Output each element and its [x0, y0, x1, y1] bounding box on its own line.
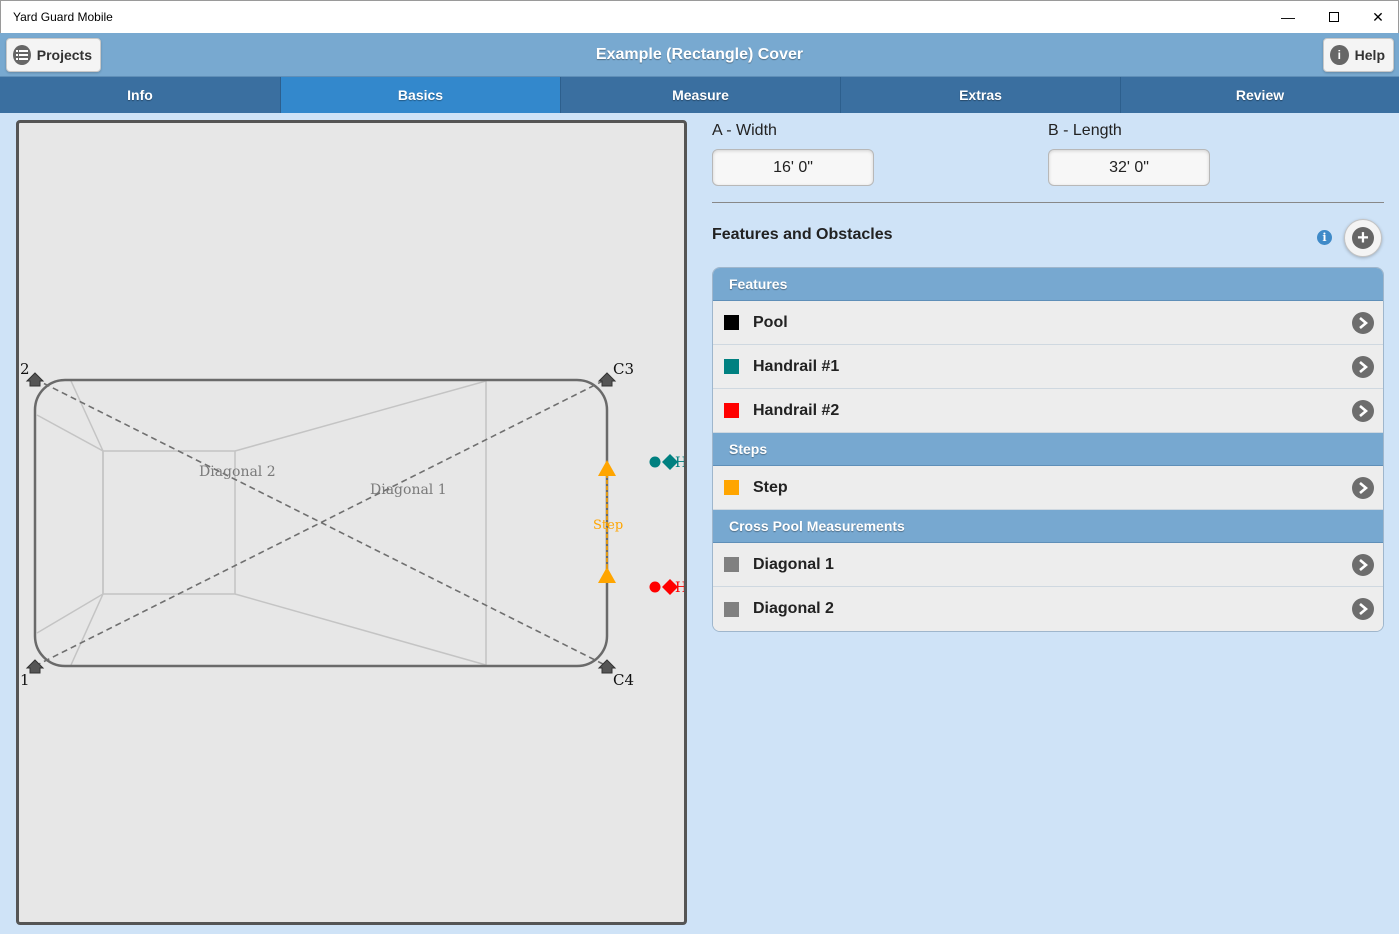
pool-floor-lines: [36, 380, 487, 666]
help-button[interactable]: i Help: [1323, 38, 1394, 72]
item-label: Handrail #2: [753, 401, 840, 419]
step-handle-bottom[interactable]: [598, 567, 616, 583]
plus-icon: +: [1352, 227, 1374, 249]
color-swatch: [724, 403, 739, 418]
tab-extras[interactable]: Extras: [841, 77, 1121, 113]
corner-c3-label: C3: [613, 360, 634, 378]
diagonal-1-label: Diagonal 1: [370, 482, 447, 498]
item-label: Pool: [753, 313, 788, 331]
length-label: B - Length: [1048, 122, 1122, 139]
corner-1-label: 1: [20, 671, 30, 689]
group-header-features: Features: [713, 268, 1383, 301]
chevron-right-icon: [1352, 553, 1374, 576]
group-header-cross-pool: Cross Pool Measurements: [713, 510, 1383, 543]
step-label: Step: [593, 518, 623, 533]
list-item-diagonal-1[interactable]: Diagonal 1: [713, 543, 1383, 587]
handrail-2-label: H: [675, 580, 684, 596]
tab-info[interactable]: Info: [0, 77, 281, 113]
chevron-right-icon: [1352, 399, 1374, 422]
width-input[interactable]: 16' 0": [712, 149, 874, 186]
features-title: Features and Obstacles: [712, 226, 893, 243]
tab-review[interactable]: Review: [1121, 77, 1399, 113]
width-label: A - Width: [712, 122, 777, 139]
handrail-2-point[interactable]: [649, 581, 661, 593]
color-swatch: [724, 315, 739, 330]
section-divider: [712, 202, 1384, 203]
pool-diagram[interactable]: Diagonal 2 Diagonal 1 Step H H 2 C3 1 C4: [19, 123, 684, 922]
handrail-1-label: H: [675, 455, 684, 471]
corner-2-label: 2: [20, 360, 30, 378]
features-list: Features Pool Handrail #1 Handrail #2 St…: [712, 267, 1384, 632]
color-swatch: [724, 359, 739, 374]
color-swatch: [724, 557, 739, 572]
app-header: Projects Example (Rectangle) Cover i Hel…: [0, 33, 1399, 77]
minimize-button[interactable]: —: [1265, 1, 1311, 33]
tab-measure[interactable]: Measure: [561, 77, 841, 113]
list-item-diagonal-2[interactable]: Diagonal 2: [713, 587, 1383, 631]
page-title: Example (Rectangle) Cover: [595, 46, 804, 63]
list-item-handrail-1[interactable]: Handrail #1: [713, 345, 1383, 389]
chevron-right-icon: [1352, 598, 1374, 620]
add-feature-button[interactable]: +: [1344, 219, 1382, 257]
close-button[interactable]: ✕: [1355, 1, 1399, 33]
chevron-right-icon: [1352, 355, 1374, 378]
help-label: Help: [1354, 47, 1385, 63]
group-header-steps: Steps: [713, 433, 1383, 466]
info-circle-icon: i: [1330, 45, 1349, 65]
tab-bar: Info Basics Measure Extras Review: [0, 77, 1399, 113]
maximize-button[interactable]: [1311, 1, 1357, 33]
item-label: Step: [753, 478, 788, 496]
list-item-pool[interactable]: Pool: [713, 301, 1383, 345]
step-handle-top[interactable]: [598, 460, 616, 476]
item-label: Diagonal 2: [753, 600, 834, 617]
maximize-icon: [1329, 12, 1339, 22]
length-input[interactable]: 32' 0": [1048, 149, 1210, 186]
corner-c4-label: C4: [613, 671, 634, 689]
tab-basics[interactable]: Basics: [281, 77, 561, 113]
window-title: Yard Guard Mobile: [13, 10, 113, 24]
item-label: Diagonal 1: [753, 555, 834, 573]
chevron-right-icon: [1352, 476, 1374, 499]
diagonal-2-label: Diagonal 2: [199, 464, 276, 480]
list-item-step[interactable]: Step: [713, 466, 1383, 510]
window-titlebar: Yard Guard Mobile — ✕: [0, 0, 1399, 33]
chevron-right-icon: [1352, 311, 1374, 334]
color-swatch: [724, 601, 739, 617]
close-icon: ✕: [1372, 8, 1384, 25]
list-item-handrail-2[interactable]: Handrail #2: [713, 389, 1383, 433]
minimize-icon: —: [1281, 9, 1295, 25]
color-swatch: [724, 480, 739, 495]
handrail-1-point[interactable]: [649, 456, 661, 468]
item-label: Handrail #1: [753, 357, 840, 375]
pool-diagram-canvas[interactable]: Diagonal 2 Diagonal 1 Step H H 2 C3 1 C4: [16, 120, 687, 925]
info-icon[interactable]: i: [1317, 230, 1332, 245]
